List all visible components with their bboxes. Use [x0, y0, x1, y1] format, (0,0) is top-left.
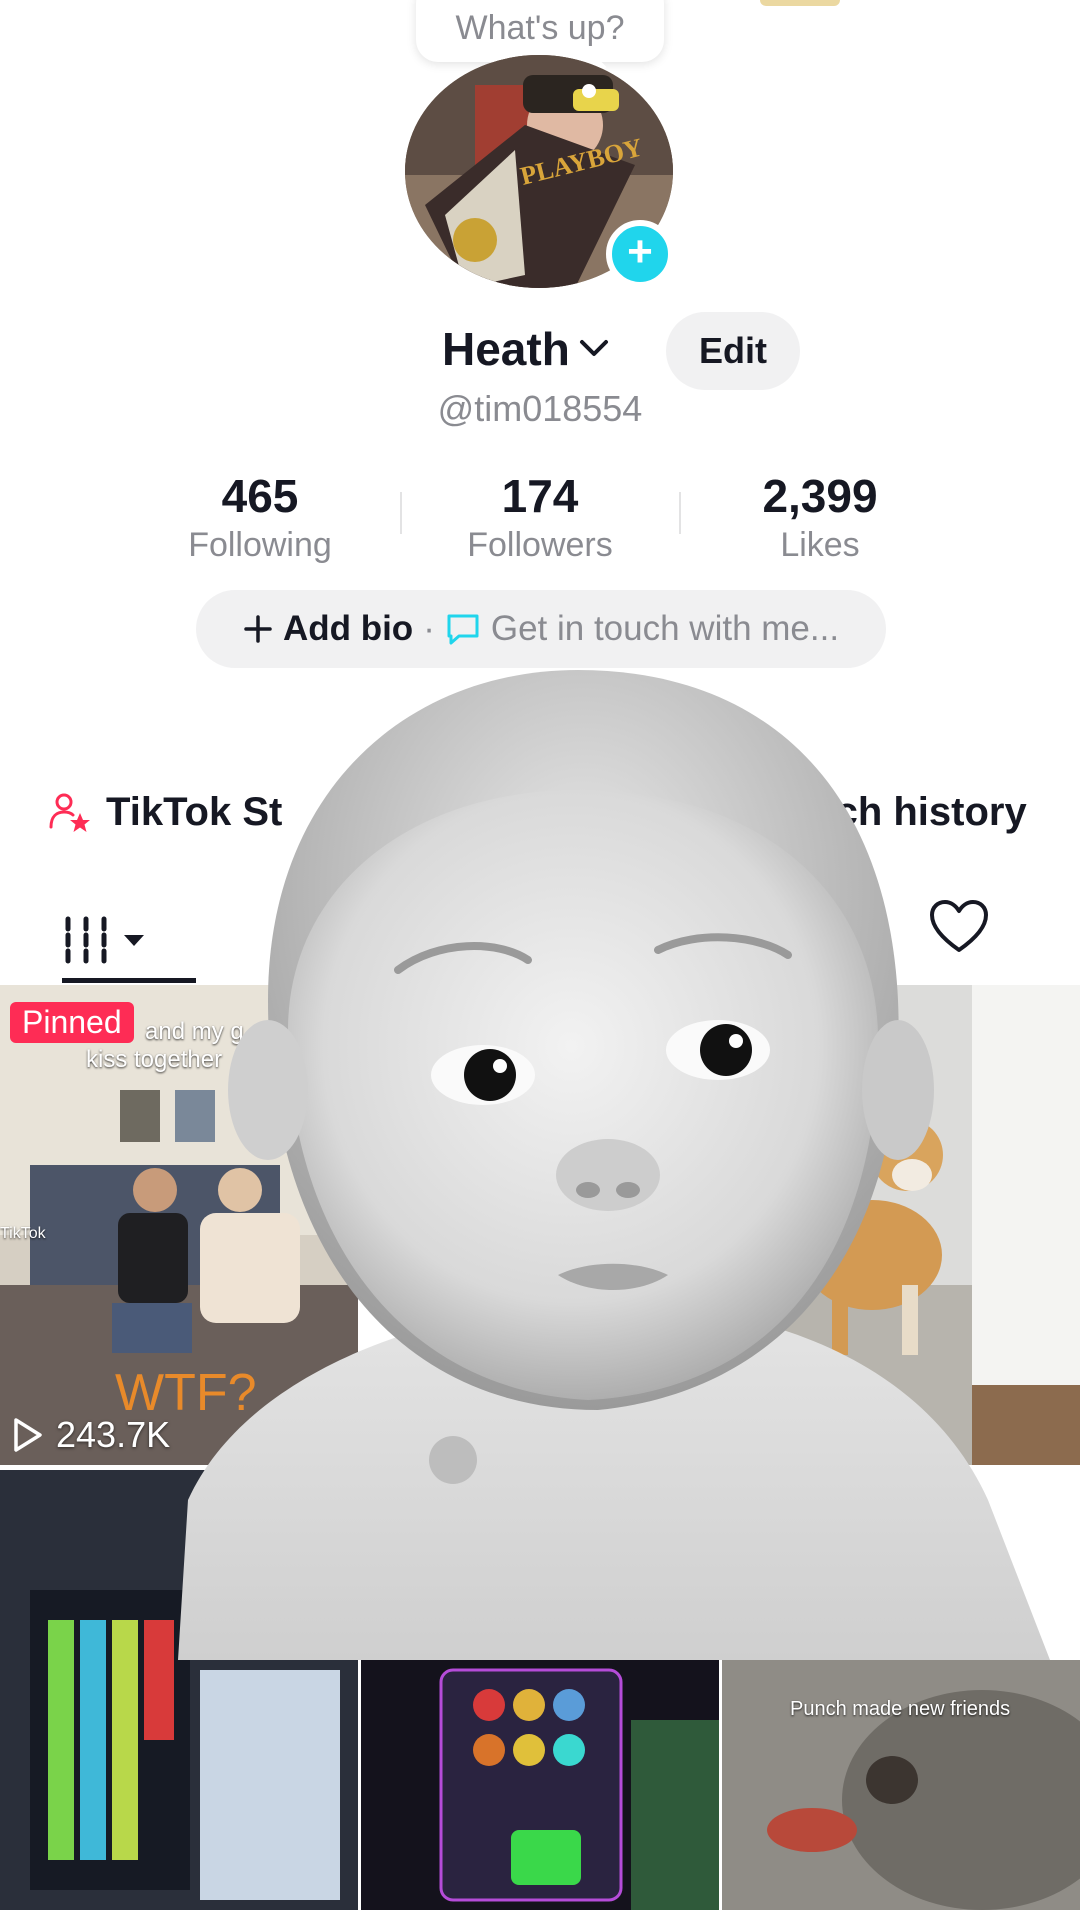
status-bubble-text: What's up? — [455, 9, 625, 47]
tab-videos[interactable] — [62, 900, 192, 980]
stat-label: Followers — [467, 526, 613, 564]
chevron-down-icon — [579, 340, 608, 356]
plus-icon — [244, 615, 272, 643]
profile-name[interactable]: Heath — [442, 322, 610, 376]
stat-label: Following — [188, 526, 332, 564]
video-thumbnail-game-2[interactable] — [361, 1660, 719, 1910]
video-view-count: 243.7K — [12, 1414, 170, 1456]
stats-divider — [679, 492, 681, 534]
baby-overlay-image — [178, 670, 1050, 1660]
stats-divider — [400, 492, 402, 534]
punch-caption: Punch made new friends — [790, 1698, 1011, 1720]
profile-name-text: Heath — [442, 323, 570, 375]
contact-label: Get in touch with me... — [490, 609, 840, 648]
top-partial-element — [760, 0, 840, 6]
stat-value: 2,399 — [762, 470, 878, 522]
add-bio-label: Add bio — [282, 609, 414, 648]
status-bubble[interactable]: What's up? — [416, 0, 664, 62]
plus-icon: + — [627, 227, 653, 276]
tab-active-indicator — [62, 978, 196, 983]
pinned-badge: Pinned — [10, 1002, 134, 1043]
stat-value: 465 — [221, 470, 299, 522]
grid-icon — [65, 916, 107, 964]
tiktok-watermark: TikTok — [0, 1225, 46, 1242]
stat-followers[interactable]: 174 Followers — [420, 470, 660, 565]
video-thumbnail-image — [361, 1660, 719, 1910]
stat-value: 174 — [501, 470, 579, 522]
video-view-count-text: 243.7K — [56, 1414, 171, 1455]
stat-likes[interactable]: 2,399 Likes — [700, 470, 940, 565]
play-icon — [14, 1418, 42, 1452]
edit-profile-button[interactable]: Edit — [666, 312, 800, 390]
bio-separator: · — [423, 609, 435, 648]
avatar-dot — [582, 84, 596, 98]
add-avatar-button[interactable]: + — [606, 220, 674, 288]
profile-handle: @tim018554 — [437, 388, 643, 429]
chat-bubble-icon — [447, 614, 479, 645]
stat-following[interactable]: 465 Following — [140, 470, 380, 565]
caret-down-icon — [124, 935, 144, 946]
add-user-star-icon — [49, 793, 90, 832]
stat-label: Likes — [780, 526, 860, 564]
bio-pill[interactable]: Add bio · Get in touch with me... — [196, 590, 886, 668]
